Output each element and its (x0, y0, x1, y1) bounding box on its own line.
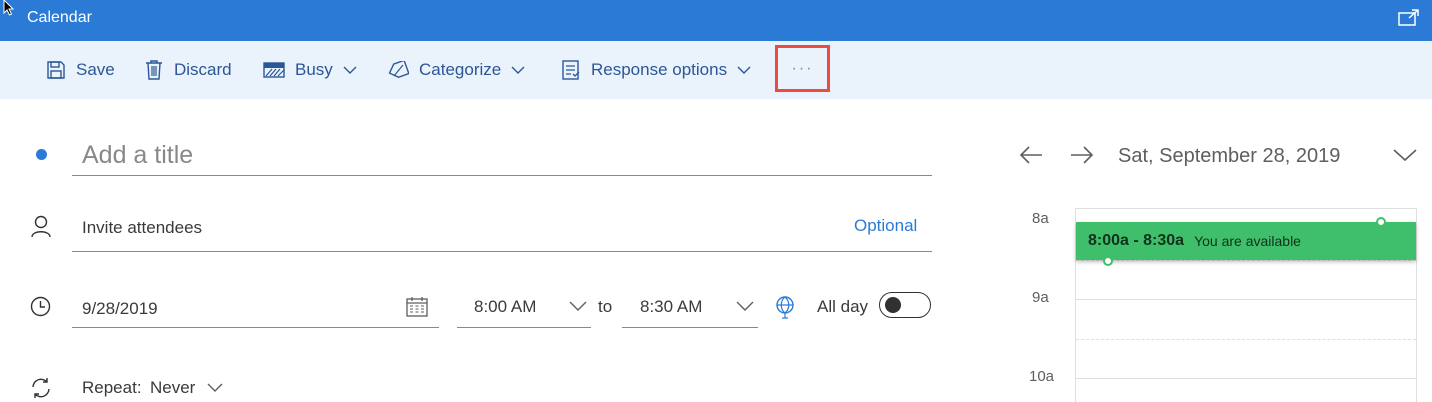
discard-button[interactable]: Discard (144, 41, 232, 99)
chevron-down-icon[interactable] (207, 382, 223, 393)
pop-out-icon[interactable] (1398, 9, 1420, 27)
chevron-down-icon[interactable] (569, 300, 587, 312)
attendees-underline (72, 251, 932, 252)
availability-status: You are available (1194, 233, 1301, 249)
chevron-down-icon (511, 66, 525, 74)
hour-gridline (1076, 378, 1416, 379)
save-icon (47, 61, 65, 79)
to-label: to (598, 297, 613, 316)
categorize-dropdown[interactable]: Categorize (387, 41, 525, 99)
event-resize-handle-bottom[interactable] (1103, 256, 1113, 266)
arrow-left-icon[interactable] (1018, 144, 1044, 166)
chevron-down-icon (737, 66, 751, 74)
window-title: Calendar (27, 9, 92, 26)
repeat-label: Repeat: (82, 378, 142, 397)
repeat-value-dropdown[interactable]: Never (150, 378, 195, 398)
selected-date-label[interactable]: Sat, September 28, 2019 (1118, 145, 1340, 168)
clock-icon (30, 296, 51, 317)
date-underline (72, 327, 439, 328)
busy-status-icon (263, 62, 285, 78)
calendar-picker-icon[interactable] (406, 297, 428, 317)
repeat-icon (32, 378, 50, 398)
toggle-knob (885, 297, 901, 313)
chevron-down-icon[interactable] (736, 300, 754, 312)
save-label: Save (76, 60, 115, 79)
half-hour-gridline (1076, 260, 1416, 261)
categorize-label: Categorize (419, 60, 502, 79)
hour-label-9a: 9a (1032, 289, 1049, 306)
event-title-input[interactable] (72, 136, 932, 176)
time-zone-globe-icon[interactable] (775, 295, 795, 319)
more-options-label: ··· (791, 59, 814, 77)
event-block[interactable]: 8:00a - 8:30a You are available (1076, 222, 1416, 260)
chevron-down-icon[interactable] (1393, 148, 1417, 162)
hour-gridline (1076, 299, 1416, 300)
chevron-down-icon (343, 66, 357, 74)
invite-attendees-field[interactable]: Invite attendees (82, 218, 202, 238)
save-button[interactable]: Save (46, 41, 115, 99)
hour-label-8a: 8a (1032, 210, 1049, 227)
busy-label: Busy (295, 60, 333, 79)
command-toolbar: Save Discard Busy Categorize Response op (0, 41, 1432, 99)
more-options-button[interactable]: ··· (775, 45, 830, 92)
busy-dropdown[interactable]: Busy (263, 41, 357, 99)
hour-label-10a: 10a (1029, 368, 1055, 385)
event-resize-handle-top[interactable] (1376, 217, 1386, 227)
discard-label: Discard (174, 60, 232, 79)
tag-icon (388, 61, 409, 79)
optional-attendees-link[interactable]: Optional (854, 216, 917, 236)
end-time-select[interactable]: 8:30 AM (640, 297, 702, 317)
start-time-select[interactable]: 8:00 AM (474, 297, 536, 317)
day-grid-right-border (1416, 208, 1417, 402)
arrow-right-icon[interactable] (1069, 144, 1095, 166)
calendar-color-dot[interactable] (36, 149, 47, 160)
all-day-toggle[interactable] (879, 292, 931, 318)
end-time-underline (622, 327, 758, 328)
half-hour-gridline (1076, 339, 1416, 340)
all-day-label: All day (817, 297, 869, 316)
person-icon (31, 215, 51, 238)
hour-gridline (1076, 208, 1416, 209)
start-time-underline (457, 327, 591, 328)
response-options-label: Response options (591, 60, 728, 79)
title-bar (0, 0, 1432, 41)
response-options-dropdown[interactable]: Response options (561, 41, 751, 99)
trash-icon (146, 60, 162, 80)
event-time: 8:00a - 8:30a (1088, 232, 1185, 249)
date-field[interactable]: 9/28/2019 (82, 299, 158, 319)
mouse-cursor-icon (3, 0, 15, 16)
response-options-icon (562, 60, 580, 80)
